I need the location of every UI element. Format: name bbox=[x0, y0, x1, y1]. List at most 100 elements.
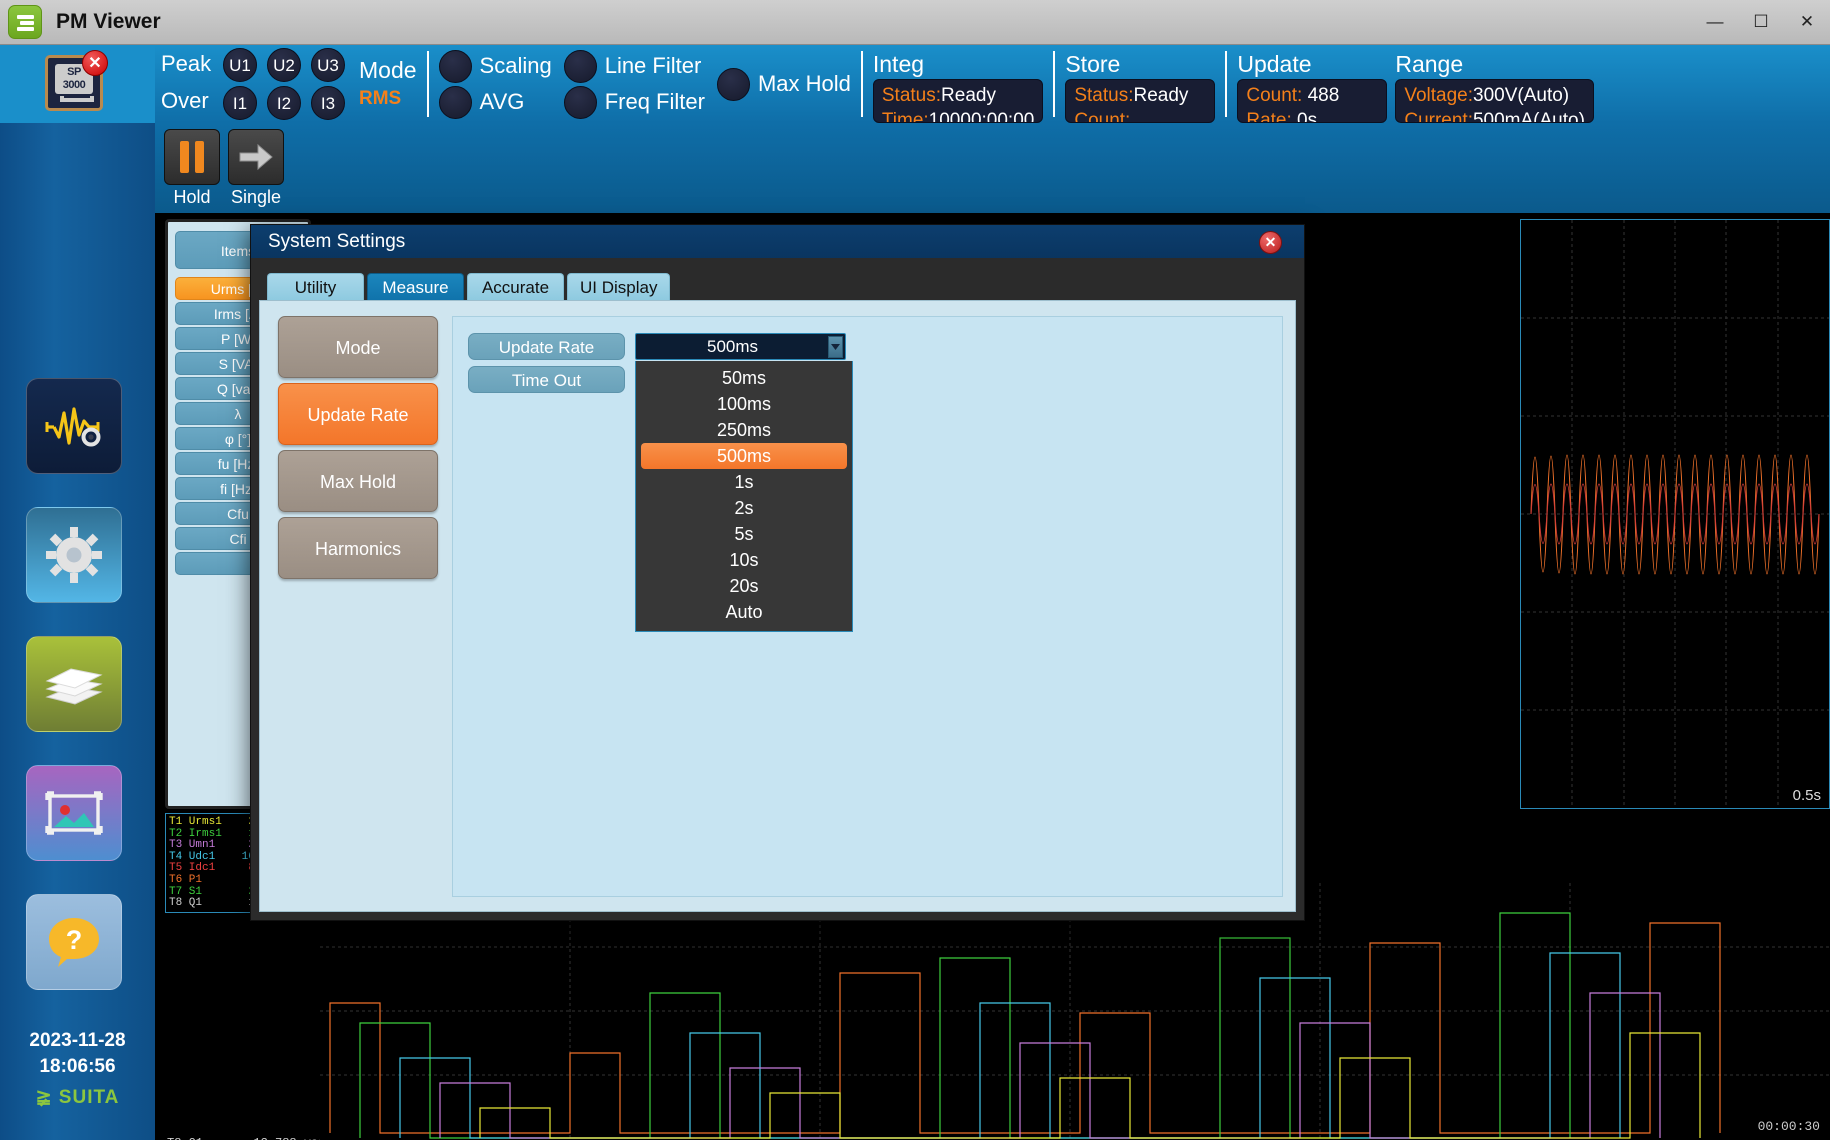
dropdown-option[interactable]: 5s bbox=[641, 521, 847, 547]
update-rate-value: 0s bbox=[1297, 110, 1317, 123]
range-title: Range bbox=[1395, 49, 1594, 79]
channel-i3[interactable]: I3 bbox=[311, 86, 345, 120]
update-rate-combobox[interactable]: 500ms bbox=[635, 333, 846, 360]
peak-over-label: Peak Over bbox=[155, 45, 215, 123]
menu-mode[interactable]: Mode bbox=[278, 316, 438, 378]
integ-panel: Integ Status:Ready Time:10000:00:00 bbox=[873, 45, 1043, 123]
device-icon: SP3000 ✕ bbox=[45, 55, 103, 111]
max-hold-label: Max Hold bbox=[758, 71, 851, 97]
store-title: Store bbox=[1065, 49, 1215, 79]
current-channel-row: I1 I2 I3 bbox=[223, 86, 345, 120]
store-status-line: Status:Ready bbox=[1074, 83, 1206, 108]
toggle-avg[interactable]: AVG bbox=[439, 86, 552, 119]
chevron-down-icon[interactable] bbox=[828, 336, 843, 358]
close-circle-icon[interactable]: ✕ bbox=[1259, 231, 1282, 254]
integ-values: Status:Ready Time:10000:00:00 bbox=[873, 79, 1043, 123]
close-button[interactable]: ✕ bbox=[1784, 0, 1830, 45]
toggle-scaling[interactable]: Scaling bbox=[439, 50, 552, 83]
suita-brand-text: SUITA bbox=[59, 1087, 120, 1108]
maximize-button[interactable]: ☐ bbox=[1738, 0, 1784, 45]
store-values: Status:Ready Count: bbox=[1065, 79, 1215, 123]
menu-max-hold[interactable]: Max Hold bbox=[278, 450, 438, 512]
range-voltage-value: 300V(Auto) bbox=[1473, 85, 1569, 106]
field-time-out-label[interactable]: Time Out bbox=[468, 366, 625, 393]
dropdown-option[interactable]: 2s bbox=[641, 495, 847, 521]
svg-text:?: ? bbox=[66, 925, 83, 955]
window-titlebar: PM Viewer — ☐ ✕ bbox=[0, 0, 1830, 45]
dropdown-option[interactable]: 100ms bbox=[641, 391, 847, 417]
scaling-label: Scaling bbox=[480, 53, 552, 79]
tab-accurate[interactable]: Accurate bbox=[467, 273, 564, 300]
readout-bottom: T8 Q1 13.788 varT7 S1 21.282 VAT6 P1 -16… bbox=[165, 1133, 320, 1140]
channel-u2[interactable]: U2 bbox=[267, 48, 301, 82]
avg-indicator-icon bbox=[439, 86, 472, 119]
hold-button[interactable] bbox=[164, 129, 220, 185]
dropdown-option[interactable]: 1s bbox=[641, 469, 847, 495]
scope-timebase-label: 0.5s bbox=[1793, 787, 1821, 804]
dialog-tabs: UtilityMeasureAccurateUI Display bbox=[267, 273, 670, 300]
update-count-key: Count: bbox=[1246, 85, 1302, 106]
gear-icon[interactable] bbox=[26, 507, 122, 603]
tab-utility[interactable]: Utility bbox=[267, 273, 364, 300]
dropdown-option[interactable]: 50ms bbox=[641, 365, 847, 391]
toggle-group-1: Scaling AVG bbox=[439, 45, 552, 123]
store-panel: Store Status:Ready Count: bbox=[1065, 45, 1215, 123]
single-button[interactable] bbox=[228, 129, 284, 185]
control-bar: Hold Single bbox=[155, 123, 1830, 213]
layers-icon[interactable] bbox=[26, 636, 122, 732]
update-rate-selected-value: 500ms bbox=[636, 334, 845, 360]
toggle-freq-filter[interactable]: Freq Filter bbox=[564, 86, 705, 119]
device-indicator[interactable]: SP3000 ✕ bbox=[0, 45, 155, 123]
tab-ui-display[interactable]: UI Display bbox=[567, 273, 670, 300]
field-update-rate-label[interactable]: Update Rate bbox=[468, 333, 625, 360]
minimize-button[interactable]: — bbox=[1692, 0, 1738, 45]
system-settings-dialog: System Settings ✕ UtilityMeasureAccurate… bbox=[250, 224, 1305, 921]
toggle-line-filter[interactable]: Line Filter bbox=[564, 50, 705, 83]
toggle-group-3: Max Hold bbox=[705, 45, 851, 123]
tab-measure[interactable]: Measure bbox=[367, 273, 464, 300]
integ-status-line: Status:Ready bbox=[882, 83, 1034, 108]
divider bbox=[427, 51, 429, 117]
dropdown-option[interactable]: Auto bbox=[641, 599, 847, 625]
dropdown-option[interactable]: 250ms bbox=[641, 417, 847, 443]
dropdown-option[interactable]: 500ms bbox=[641, 443, 847, 469]
avg-label: AVG bbox=[480, 89, 525, 115]
settings-content-area: Update Rate Time Out 500ms 50ms100ms250m… bbox=[452, 316, 1283, 897]
settings-category-menu: ModeUpdate RateMax HoldHarmonics bbox=[278, 316, 438, 584]
range-current-line: Current:500mA(Auto) bbox=[1404, 108, 1585, 123]
status-header: SP3000 ✕ Peak Over U1 U2 U3 I1 I2 I3 bbox=[0, 45, 1830, 123]
image-chart-icon[interactable] bbox=[26, 765, 122, 861]
trend-chart: 00:00:30 bbox=[320, 883, 1830, 1140]
toggle-group-2: Line Filter Freq Filter bbox=[552, 45, 705, 123]
dropdown-option[interactable]: 10s bbox=[641, 547, 847, 573]
dropdown-option[interactable]: 20s bbox=[641, 573, 847, 599]
waveform-settings-icon[interactable] bbox=[26, 378, 122, 474]
line-filter-label: Line Filter bbox=[605, 53, 702, 79]
channel-i2[interactable]: I2 bbox=[267, 86, 301, 120]
channel-i1[interactable]: I1 bbox=[223, 86, 257, 120]
store-status-value: Ready bbox=[1134, 85, 1189, 106]
channel-u3[interactable]: U3 bbox=[311, 48, 345, 82]
channel-u1[interactable]: U1 bbox=[223, 48, 257, 82]
menu-update-rate[interactable]: Update Rate bbox=[278, 383, 438, 445]
left-sidebar: ? 2023-11-28 18:06:56 ≩ SUITA bbox=[0, 123, 155, 1140]
dialog-title: System Settings bbox=[268, 231, 405, 252]
date-label: 2023-11-28 bbox=[0, 1028, 155, 1054]
divider bbox=[861, 51, 863, 117]
toggle-max-hold[interactable]: Max Hold bbox=[717, 68, 851, 101]
range-current-value: 500mA(Auto) bbox=[1473, 110, 1585, 123]
scope-timecode: 00:00:30 bbox=[1758, 1119, 1820, 1134]
range-current-key: Current: bbox=[1404, 110, 1473, 123]
menu-harmonics[interactable]: Harmonics bbox=[278, 517, 438, 579]
store-count-key: Count: bbox=[1074, 110, 1130, 123]
error-x-icon: ✕ bbox=[82, 50, 108, 76]
single-label: Single bbox=[226, 187, 286, 208]
dialog-body: ModeUpdate RateMax HoldHarmonics Update … bbox=[259, 300, 1296, 912]
dialog-titlebar: System Settings ✕ bbox=[251, 225, 1304, 258]
clock-display: 2023-11-28 18:06:56 ≩ SUITA bbox=[0, 1028, 155, 1109]
hold-label: Hold bbox=[162, 187, 222, 208]
freq-filter-indicator-icon bbox=[564, 86, 597, 119]
range-values: Voltage:300V(Auto) Current:500mA(Auto) bbox=[1395, 79, 1594, 123]
help-question-icon[interactable]: ? bbox=[26, 894, 122, 990]
device-legs bbox=[60, 96, 94, 102]
